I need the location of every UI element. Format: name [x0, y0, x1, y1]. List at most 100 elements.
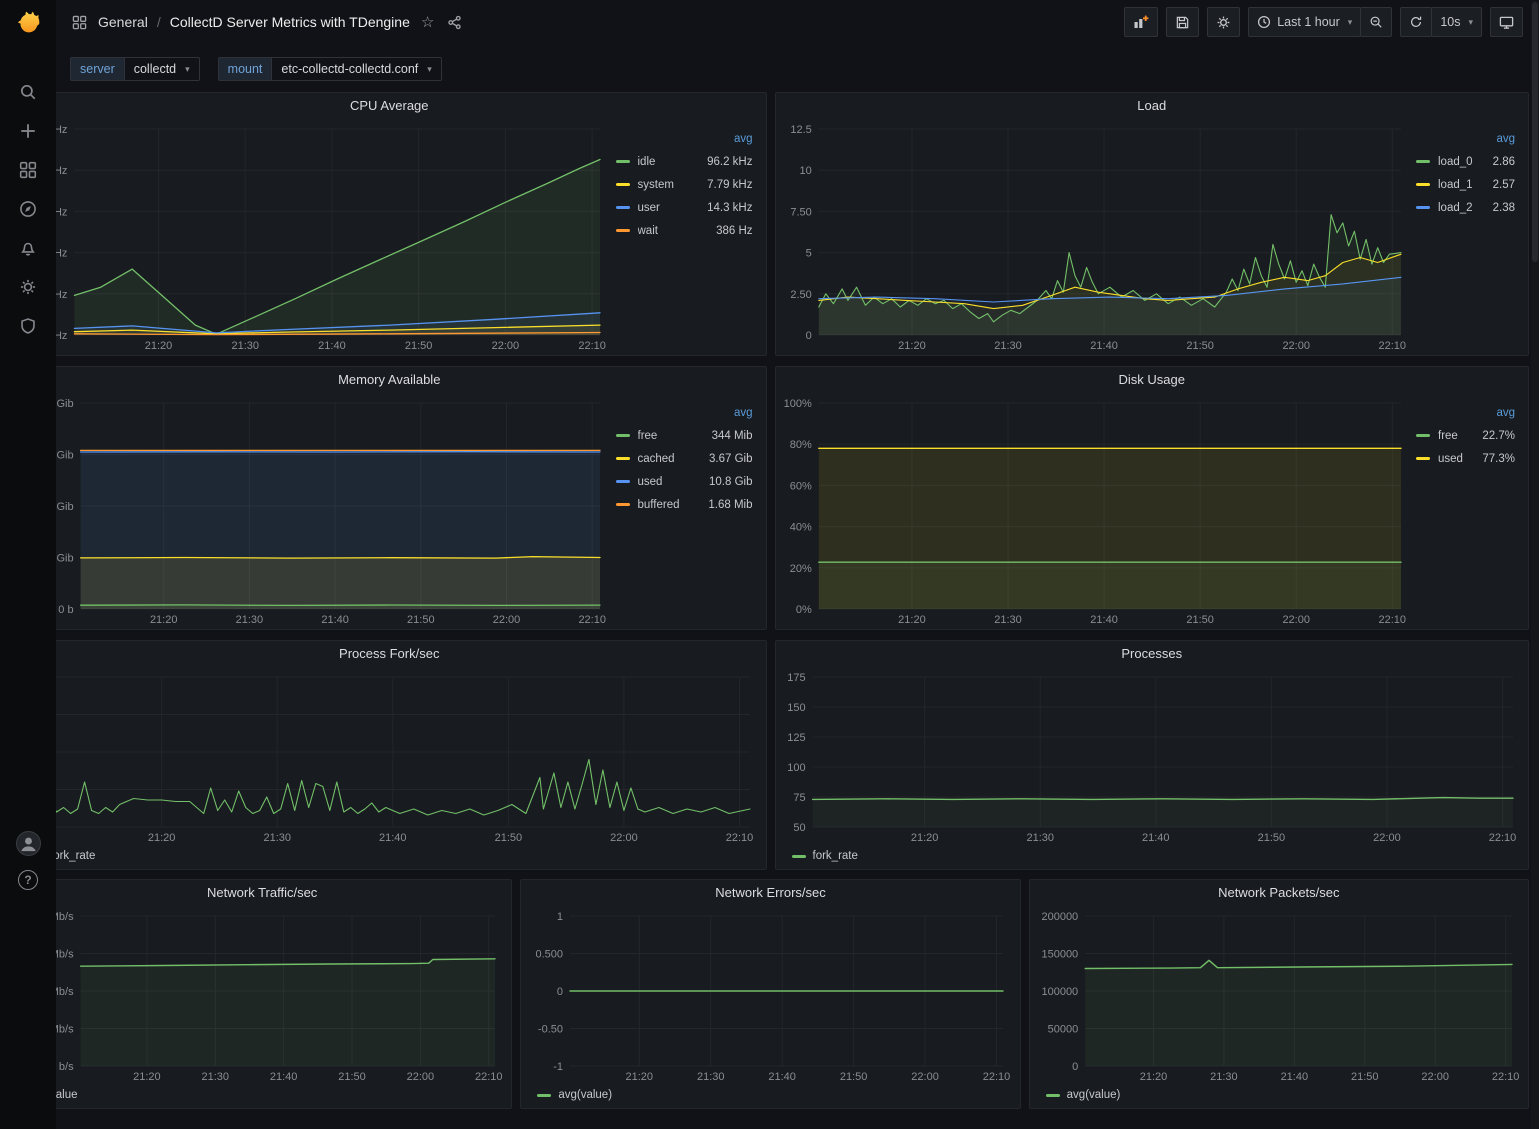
svg-text:22:00: 22:00	[912, 1071, 940, 1083]
svg-text:100000: 100000	[1041, 986, 1078, 998]
legend-item-idle[interactable]: idle96.2 kHz	[616, 150, 756, 173]
variable-mount-dropdown[interactable]: etc-collectd-collectd.conf ▾	[271, 57, 441, 81]
legend-avg-value: 2.38	[1493, 202, 1518, 214]
legend-avg-header[interactable]: avg	[616, 129, 756, 150]
panel-title[interactable]: Disk Usage	[776, 367, 1529, 393]
legend-item-cached[interactable]: cached3.67 Gib	[616, 447, 756, 470]
processes-plot[interactable]: 507510012515017521:2021:3021:4021:5022:0…	[780, 667, 1523, 845]
legend-series-name: user	[638, 202, 708, 214]
panel-title[interactable]: CPU Average	[13, 93, 766, 119]
disk-usage-plot[interactable]: 0%20%40%60%80%100%21:2021:3021:4021:5022…	[780, 393, 1411, 627]
legend-avg-value: 3.67 Gib	[709, 453, 755, 465]
svg-text:-1: -1	[554, 1061, 564, 1073]
panel-title[interactable]: Load	[776, 93, 1529, 119]
legend-item-load_2[interactable]: load_22.38	[1416, 196, 1518, 219]
legend-avg-header[interactable]: avg	[1416, 129, 1518, 150]
variable-server-dropdown[interactable]: collectd ▾	[124, 57, 200, 81]
memory-available-chart[interactable]: 0 b4.66 Gib9.31 Gib14.0 Gib18.6 Gib21:20…	[17, 393, 610, 627]
admin-shield-icon[interactable]	[0, 306, 56, 345]
scrollbar[interactable]	[1531, 0, 1539, 1129]
series-color-marker	[1416, 160, 1430, 163]
legend-item-load_0[interactable]: load_02.86	[1416, 150, 1518, 173]
variable-mount: mount etc-collectd-collectd.conf ▾	[218, 57, 442, 81]
legend-series-name: used	[638, 476, 710, 488]
legend-item-used[interactable]: used10.8 Gib	[616, 470, 756, 493]
legend-item-avg(value)[interactable]: avg(value)	[1046, 1089, 1121, 1101]
svg-text:175: 175	[787, 672, 805, 684]
network-traffic-plot[interactable]: 0 b/s50 Mb/s100 Mb/s150 Mb/s200 Mb/s21:2…	[17, 906, 505, 1084]
memory-available-plot[interactable]: 0 b4.66 Gib9.31 Gib14.0 Gib18.6 Gib21:20…	[17, 393, 610, 627]
panel-title[interactable]: Process Fork/sec	[13, 641, 766, 667]
legend-series-name: load_0	[1438, 156, 1493, 168]
processes-chart[interactable]: 507510012515017521:2021:3021:4021:5022:0…	[780, 667, 1523, 845]
explore-compass-icon[interactable]	[0, 189, 56, 228]
legend-item-wait[interactable]: wait386 Hz	[616, 219, 756, 242]
panel-title[interactable]: Network Traffic/sec	[13, 880, 511, 906]
chevron-down-icon: ▾	[427, 64, 432, 75]
alerting-bell-icon[interactable]	[0, 228, 56, 267]
legend-item-fork_rate[interactable]: fork_rate	[792, 850, 858, 862]
save-dashboard-button[interactable]	[1166, 7, 1199, 37]
share-dashboard-button[interactable]	[445, 13, 464, 32]
add-panel-icon	[1133, 14, 1149, 30]
panel-title[interactable]: Processes	[776, 641, 1529, 667]
panel-title[interactable]: Network Errors/sec	[521, 880, 1019, 906]
legend-item-user[interactable]: user14.3 kHz	[616, 196, 756, 219]
star-dashboard-button[interactable]: ☆	[419, 13, 436, 32]
network-traffic-chart[interactable]: 0 b/s50 Mb/s100 Mb/s150 Mb/s200 Mb/s21:2…	[17, 906, 505, 1084]
panel-title[interactable]: Network Packets/sec	[1030, 880, 1528, 906]
zoom-out-button[interactable]	[1360, 7, 1392, 37]
network-errors-chart[interactable]: -1-0.5000.500121:2021:3021:4021:5022:002…	[525, 906, 1013, 1084]
variable-server-label[interactable]: server	[70, 57, 124, 81]
svg-text:21:50: 21:50	[1257, 832, 1285, 844]
network-packets-chart[interactable]: 05000010000015000020000021:2021:3021:402…	[1034, 906, 1522, 1084]
grafana-logo[interactable]	[13, 8, 43, 38]
svg-text:100: 100	[787, 762, 805, 774]
svg-text:21:50: 21:50	[1186, 614, 1214, 626]
process-fork-chart[interactable]: 025507510021:2021:3021:4021:5022:0022:10	[17, 667, 760, 845]
scrollbar-thumb[interactable]	[1532, 2, 1538, 262]
svg-text:0: 0	[557, 986, 563, 998]
legend-avg-header[interactable]: avg	[616, 403, 756, 424]
search-icon[interactable]	[0, 72, 56, 111]
refresh-button[interactable]	[1400, 7, 1432, 37]
legend-avg-header[interactable]: avg	[1416, 403, 1518, 424]
legend-item-system[interactable]: system7.79 kHz	[616, 173, 756, 196]
legend-item-buffered[interactable]: buffered1.68 Mib	[616, 493, 756, 516]
help-glyph: ?	[24, 873, 31, 887]
network-errors-plot[interactable]: -1-0.5000.500121:2021:3021:4021:5022:002…	[525, 906, 1013, 1084]
panel-load: Load 02.5057.501012.521:2021:3021:4021:5…	[775, 92, 1530, 356]
configuration-gear-icon[interactable]	[0, 267, 56, 306]
legend-item-used[interactable]: used77.3%	[1416, 447, 1518, 470]
add-panel-button[interactable]	[1124, 7, 1158, 37]
svg-text:12.5: 12.5	[790, 124, 811, 136]
variable-mount-label[interactable]: mount	[218, 57, 272, 81]
network-packets-plot[interactable]: 05000010000015000020000021:2021:3021:402…	[1034, 906, 1522, 1084]
legend-item-free[interactable]: free22.7%	[1416, 424, 1518, 447]
page-title: CollectD Server Metrics with TDengine	[170, 14, 410, 30]
legend-item-avg(value)[interactable]: avg(value)	[537, 1089, 612, 1101]
load-plot[interactable]: 02.5057.501012.521:2021:3021:4021:5022:0…	[780, 119, 1411, 353]
user-avatar[interactable]	[0, 831, 56, 856]
legend-item-load_1[interactable]: load_12.57	[1416, 173, 1518, 196]
cycle-view-button[interactable]	[1490, 7, 1523, 37]
svg-text:21:20: 21:20	[910, 832, 938, 844]
network-errors-legend: avg(value)	[525, 1084, 1013, 1106]
process-fork-plot[interactable]: 025507510021:2021:3021:4021:5022:0022:10	[17, 667, 760, 845]
create-icon[interactable]	[0, 111, 56, 150]
cpu-average-chart[interactable]: 0 Hz50 kHz100 kHz150 kHz200 kHz250 kHz21…	[17, 119, 610, 353]
breadcrumb: General / CollectD Server Metrics with T…	[70, 13, 464, 32]
refresh-interval-picker[interactable]: 10s ▾	[1431, 7, 1482, 37]
disk-usage-chart[interactable]: 0%20%40%60%80%100%21:2021:3021:4021:5022…	[780, 393, 1411, 627]
legend-item-free[interactable]: free344 Mib	[616, 424, 756, 447]
panel-title[interactable]: Memory Available	[13, 367, 766, 393]
cpu-average-plot[interactable]: 0 Hz50 kHz100 kHz150 kHz200 kHz250 kHz21…	[17, 119, 610, 353]
breadcrumb-folder[interactable]: General	[98, 14, 148, 30]
time-range-picker[interactable]: Last 1 hour ▾	[1248, 7, 1361, 37]
dashboards-icon[interactable]	[0, 150, 56, 189]
dashboard-settings-button[interactable]	[1207, 7, 1240, 37]
load-chart[interactable]: 02.5057.501012.521:2021:3021:4021:5022:0…	[780, 119, 1411, 353]
svg-text:200000: 200000	[1041, 911, 1078, 923]
svg-text:21:50: 21:50	[338, 1071, 366, 1083]
help-icon[interactable]: ?	[0, 870, 56, 890]
